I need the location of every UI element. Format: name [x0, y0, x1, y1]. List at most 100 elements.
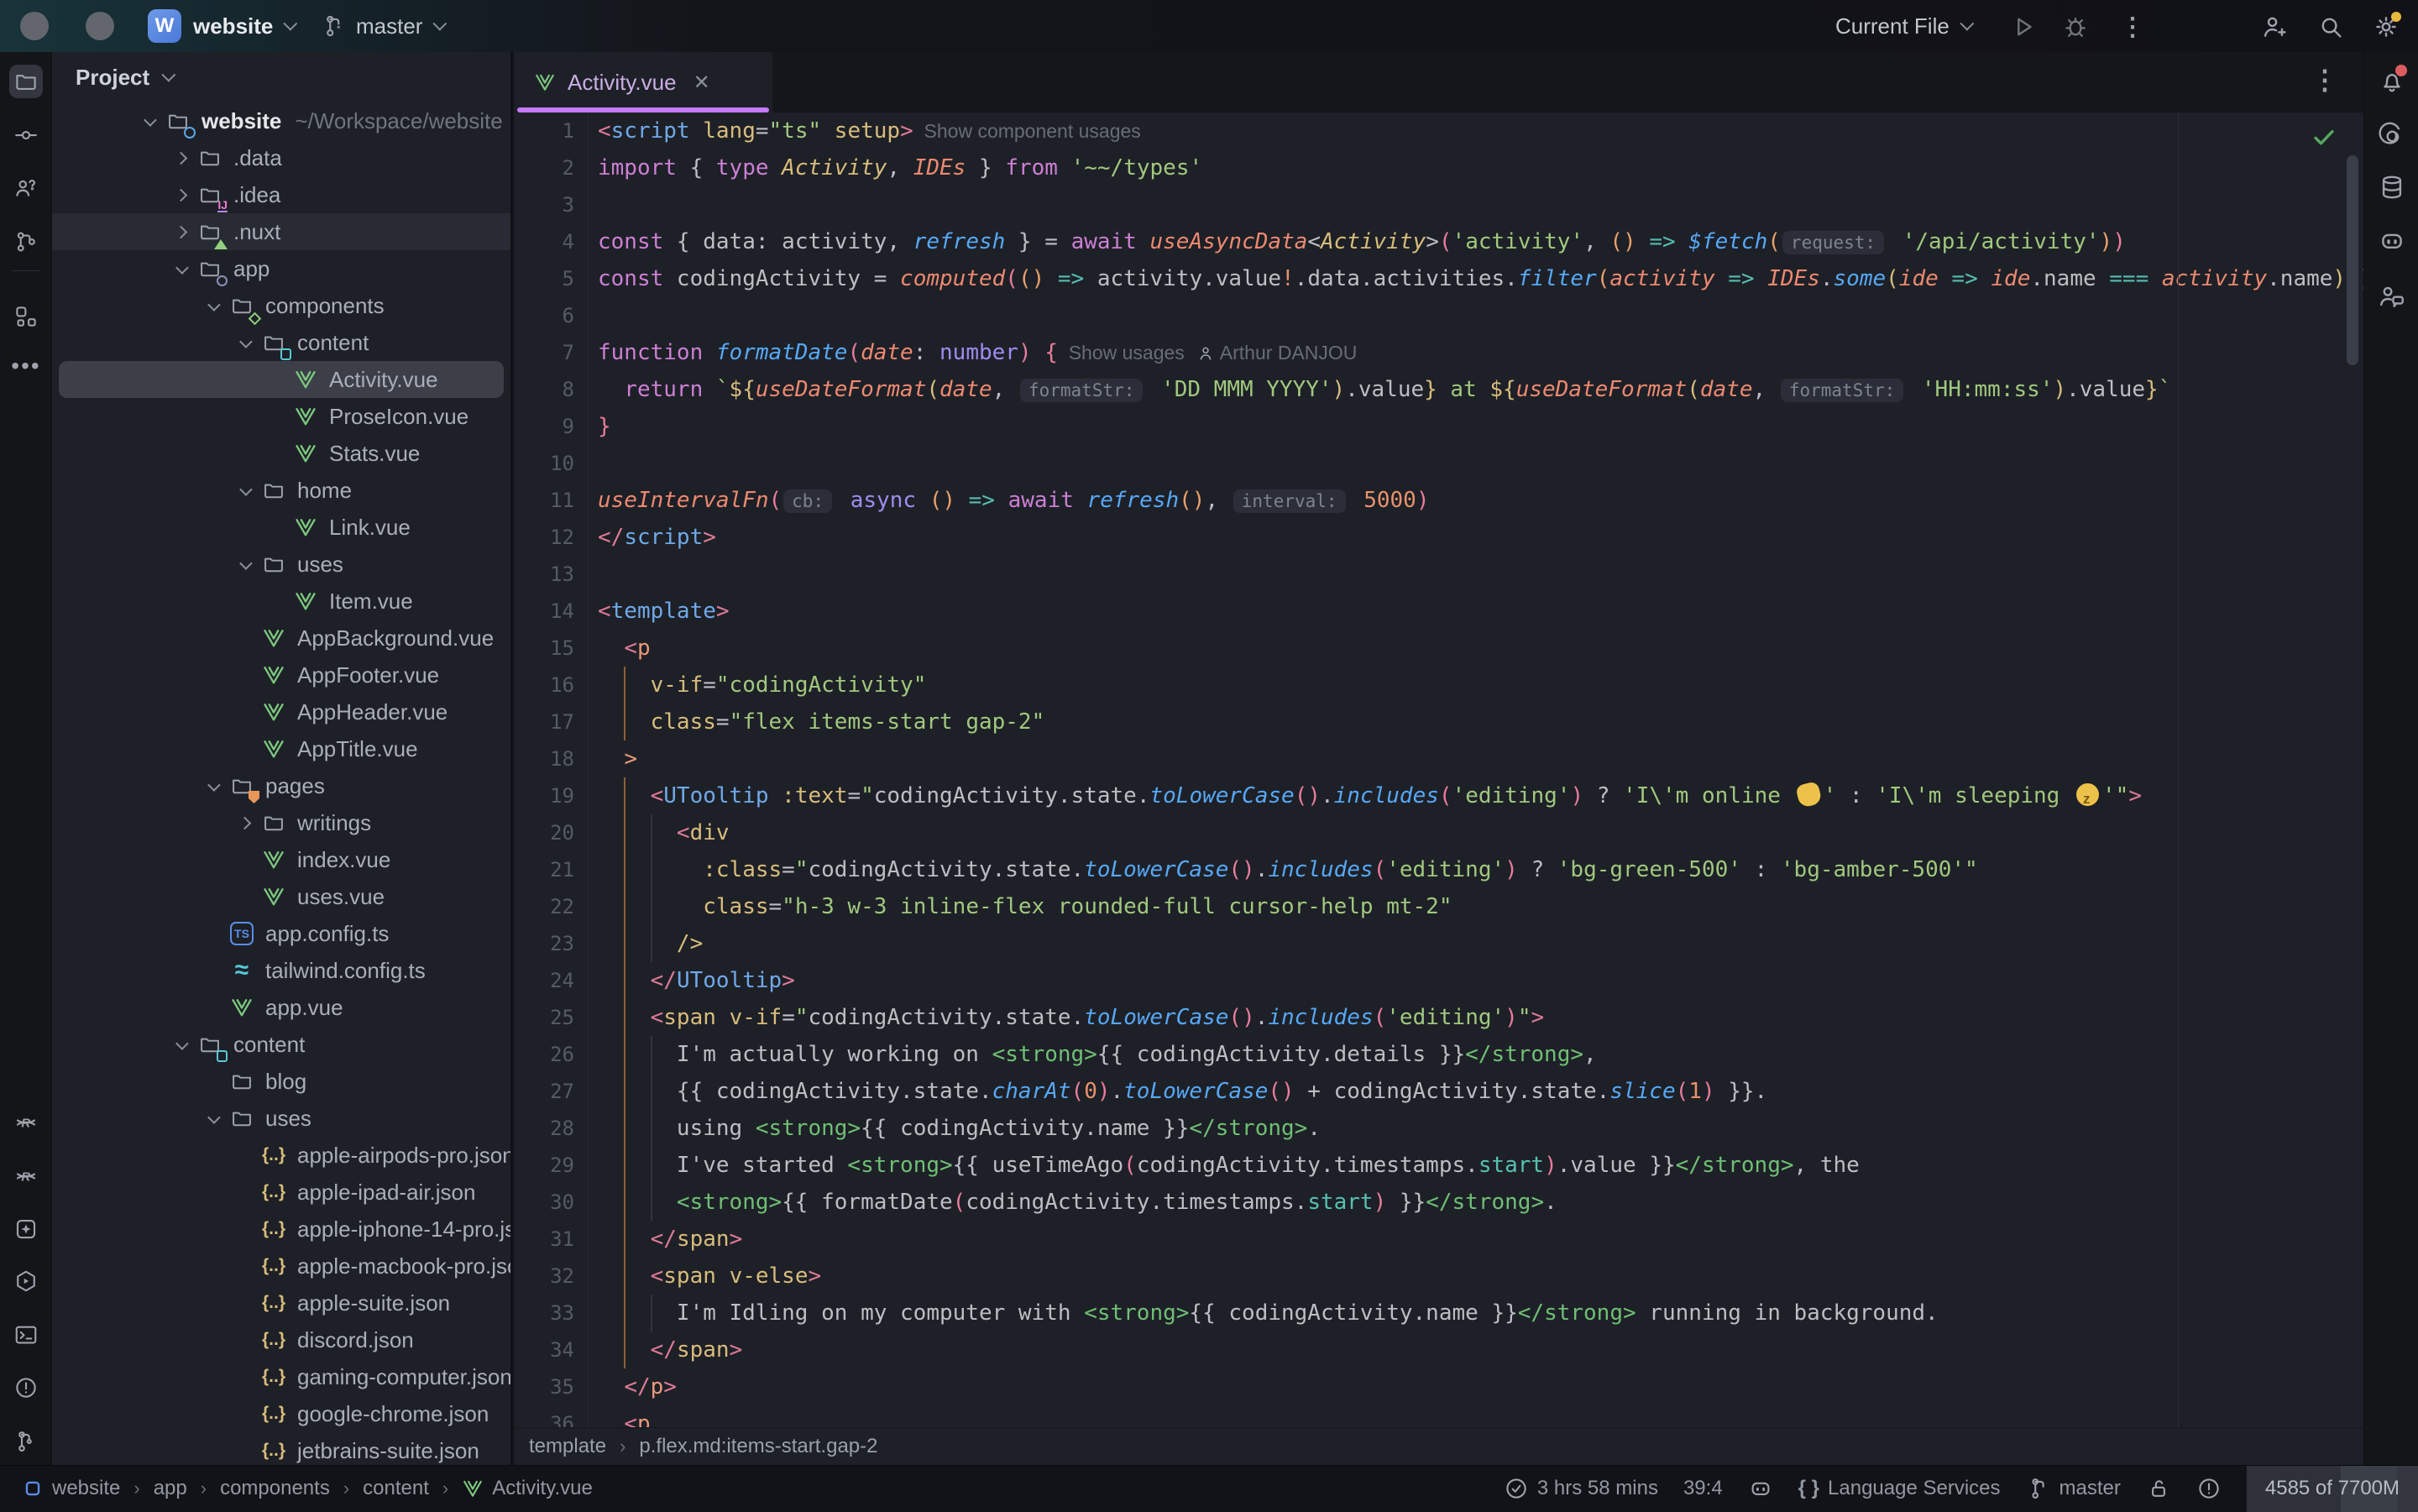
close-button[interactable] — [20, 12, 49, 40]
users-question-icon[interactable] — [9, 171, 43, 205]
code-line-26[interactable]: 26 I'm actually working on <strong>{{ co… — [514, 1036, 2363, 1073]
tree-item-activity-vue[interactable]: Activity.vue — [59, 361, 504, 398]
line-number[interactable]: 30 — [514, 1184, 574, 1221]
project-switcher[interactable]: website — [193, 0, 293, 52]
problems-icon[interactable] — [9, 1371, 43, 1405]
line-number[interactable]: 10 — [514, 445, 574, 482]
tree-item-jetbrains-suite-json[interactable]: {..}jetbrains-suite.json — [52, 1432, 510, 1465]
line-number[interactable]: 27 — [514, 1073, 574, 1110]
code-line-29[interactable]: 29 I've started <strong>{{ useTimeAgo(co… — [514, 1147, 2363, 1184]
line-number[interactable]: 4 — [514, 223, 574, 260]
tree-item-apple-ipad-air-json[interactable]: {..}apple-ipad-air.json — [52, 1174, 510, 1211]
line-number[interactable]: 23 — [514, 925, 574, 962]
code-line-7[interactable]: 7function formatDate(date: number) { Sho… — [514, 334, 2363, 371]
line-number[interactable]: 18 — [514, 740, 574, 777]
language-services-widget[interactable]: { } Language Services — [1798, 1477, 2001, 1500]
code-line-22[interactable]: 22 class="h-3 w-3 inline-flex rounded-fu… — [514, 888, 2363, 925]
code-line-31[interactable]: 31 </span> — [514, 1221, 2363, 1258]
more-icon[interactable]: ••• — [9, 349, 43, 383]
status-path-content[interactable]: content — [363, 1477, 429, 1500]
line-number[interactable]: 11 — [514, 482, 574, 519]
tree-item-website[interactable]: website~/Workspace/website — [52, 102, 510, 139]
tree-item-appheader-vue[interactable]: AppHeader.vue — [52, 693, 510, 730]
tree-item-uses-vue[interactable]: uses.vue — [52, 878, 510, 915]
tree-item-appfooter-vue[interactable]: AppFooter.vue — [52, 657, 510, 693]
code-line-6[interactable]: 6 — [514, 297, 2363, 334]
tab-activity-vue[interactable]: Activity.vue ✕ — [514, 52, 772, 112]
line-number[interactable]: 33 — [514, 1295, 574, 1332]
breadcrumb-element[interactable]: p.flex.md:items-start.gap-2 — [639, 1435, 877, 1458]
caret-position[interactable]: 39:4 — [1683, 1477, 1723, 1500]
code-line-3[interactable]: 3 — [514, 186, 2363, 223]
tree-item-uses[interactable]: uses — [52, 1100, 510, 1137]
database-icon[interactable] — [2374, 170, 2410, 205]
code-line-11[interactable]: 11useIntervalFn(cb: async () => await re… — [514, 482, 2363, 519]
tree-item-writings[interactable]: writings — [52, 804, 510, 841]
line-number[interactable]: 5 — [514, 260, 574, 297]
code-line-14[interactable]: 14<template> — [514, 593, 2363, 630]
code-line-20[interactable]: 20 <div — [514, 814, 2363, 851]
code-line-2[interactable]: 2import { type Activity, IDEs } from '~~… — [514, 149, 2363, 186]
status-path-app[interactable]: app — [154, 1477, 187, 1500]
run-config-selector[interactable]: Current File — [1835, 0, 1970, 52]
code-line-16[interactable]: 16 v-if="codingActivity" — [514, 667, 2363, 704]
line-number[interactable]: 31 — [514, 1221, 574, 1258]
status-path-website[interactable]: website — [22, 1477, 120, 1500]
code-viewport[interactable]: 1<script lang="ts" setup> Show component… — [514, 112, 2363, 1427]
code-line-9[interactable]: 9} — [514, 408, 2363, 445]
code-line-28[interactable]: 28 using <strong>{{ codingActivity.name … — [514, 1110, 2363, 1147]
line-number[interactable]: 22 — [514, 888, 574, 925]
code-line-5[interactable]: 5const codingActivity = computed(() => a… — [514, 260, 2363, 297]
commit-icon[interactable] — [9, 118, 43, 152]
line-number[interactable]: 26 — [514, 1036, 574, 1073]
breadcrumb-template[interactable]: template — [529, 1435, 606, 1458]
line-number[interactable]: 12 — [514, 519, 574, 556]
tree-item-pages[interactable]: pages — [52, 767, 510, 804]
line-number[interactable]: 15 — [514, 630, 574, 667]
code-line-33[interactable]: 33 I'm Idling on my computer with <stron… — [514, 1295, 2363, 1332]
editor-more-icon[interactable]: ⋮ — [2311, 64, 2338, 96]
hierarchy-icon[interactable] — [9, 225, 43, 259]
tree-item-apptitle-vue[interactable]: AppTitle.vue — [52, 730, 510, 767]
project-folder-icon[interactable] — [9, 65, 43, 98]
line-number[interactable]: 29 — [514, 1147, 574, 1184]
tree-item--idea[interactable]: IJ.idea — [52, 176, 510, 213]
modules-icon[interactable] — [9, 300, 43, 333]
code-line-13[interactable]: 13 — [514, 556, 2363, 593]
tree-item-app-config-ts[interactable]: TSapp.config.ts — [52, 915, 510, 952]
line-number[interactable]: 1 — [514, 112, 574, 149]
chevron-expanded-icon[interactable] — [232, 478, 257, 503]
ai-assistant-icon[interactable] — [2374, 118, 2410, 154]
tree-item-uses[interactable]: uses — [52, 546, 510, 583]
copilot-status[interactable] — [1748, 1476, 1773, 1501]
code-line-25[interactable]: 25 <span v-if="codingActivity.state.toLo… — [514, 999, 2363, 1036]
code-line-27[interactable]: 27 {{ codingActivity.state.charAt(0).toL… — [514, 1073, 2363, 1110]
search-everywhere-button[interactable] — [2314, 10, 2347, 44]
code-line-24[interactable]: 24 </UTooltip> — [514, 962, 2363, 999]
line-number[interactable]: 7 — [514, 334, 574, 371]
line-number[interactable]: 34 — [514, 1332, 574, 1368]
code-line-12[interactable]: 12</script> — [514, 519, 2363, 556]
debug-button[interactable] — [2059, 10, 2092, 44]
more-actions-button[interactable]: ⋮ — [2116, 10, 2149, 44]
git-branch-icon[interactable] — [9, 1425, 43, 1458]
tree-item-apple-macbook-pro-json[interactable]: {..}apple-macbook-pro.json — [52, 1248, 510, 1284]
line-number[interactable]: 9 — [514, 408, 574, 445]
tree-item-item-vue[interactable]: Item.vue — [52, 583, 510, 620]
tree-item-content[interactable]: content — [52, 1026, 510, 1063]
terminal-icon[interactable] — [9, 1318, 43, 1352]
tree-item-content[interactable]: content — [52, 324, 510, 361]
line-number[interactable]: 32 — [514, 1258, 574, 1295]
chevron-expanded-icon[interactable] — [232, 552, 257, 577]
tree-item-index-vue[interactable]: index.vue — [52, 841, 510, 878]
tree-item-discord-json[interactable]: {..}discord.json — [52, 1321, 510, 1358]
editor-scrollbar[interactable] — [2347, 155, 2358, 365]
line-number[interactable]: 6 — [514, 297, 574, 334]
tree-item-gaming-computer-json[interactable]: {..}gaming-computer.json — [52, 1358, 510, 1395]
tree-item-components[interactable]: components — [52, 287, 510, 324]
tree-item-apple-suite-json[interactable]: {..}apple-suite.json — [52, 1284, 510, 1321]
line-number[interactable]: 21 — [514, 851, 574, 888]
time-tracker-widget[interactable]: 3 hrs 58 mins — [1504, 1476, 1658, 1501]
chevron-expanded-icon[interactable] — [136, 108, 161, 133]
memory-indicator[interactable]: 4585 of 7700M — [2247, 1466, 2418, 1512]
